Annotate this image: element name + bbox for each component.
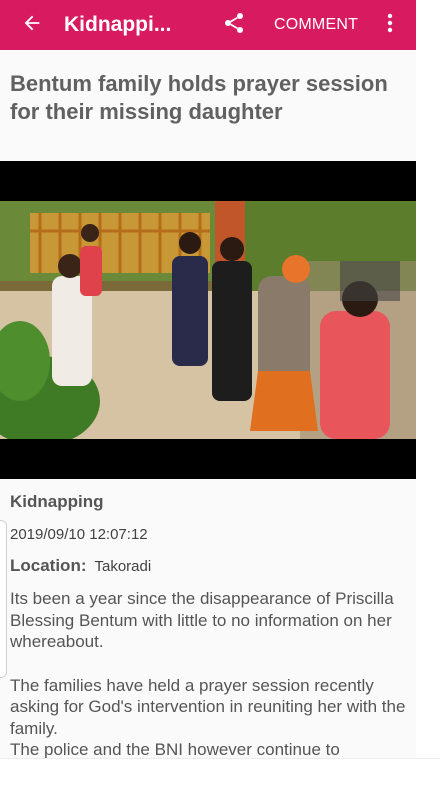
arrow-left-icon — [21, 12, 43, 39]
article-paragraph: The families have held a prayer session … — [10, 675, 406, 738]
right-edge-strip — [416, 0, 440, 758]
app-bar: Kidnappi... COMMENT — [0, 0, 416, 50]
video-thumbnail — [0, 201, 416, 439]
share-button[interactable] — [220, 0, 248, 50]
app-root: Kidnappi... COMMENT Bentum family holds … — [0, 0, 440, 800]
article-paragraph: Its been a year since the disappearance … — [10, 589, 394, 651]
article-paragraph: The police and the BNI however continue … — [10, 740, 340, 758]
bottom-bar — [0, 758, 440, 800]
comment-button[interactable]: COMMENT — [274, 0, 358, 50]
edge-drawer-handle[interactable] — [0, 520, 7, 678]
more-options-button[interactable] — [378, 0, 402, 50]
article-headline: Bentum family holds prayer session for t… — [10, 71, 388, 124]
article-date: 2019/09/10 12:07:12 — [10, 526, 148, 543]
page-title: Kidnappi... — [64, 13, 172, 36]
share-icon — [222, 11, 246, 40]
more-vert-icon — [387, 13, 393, 38]
location-row: Location: Takoradi — [10, 556, 151, 576]
location-value: Takoradi — [94, 558, 152, 575]
location-label: Location: — [10, 556, 87, 575]
article-body: Its been a year since the disappearance … — [10, 588, 410, 758]
back-button[interactable] — [0, 0, 64, 50]
article-content[interactable]: Bentum family holds prayer session for t… — [0, 50, 416, 758]
video-player[interactable] — [0, 161, 416, 479]
article-category: Kidnapping — [10, 492, 104, 511]
